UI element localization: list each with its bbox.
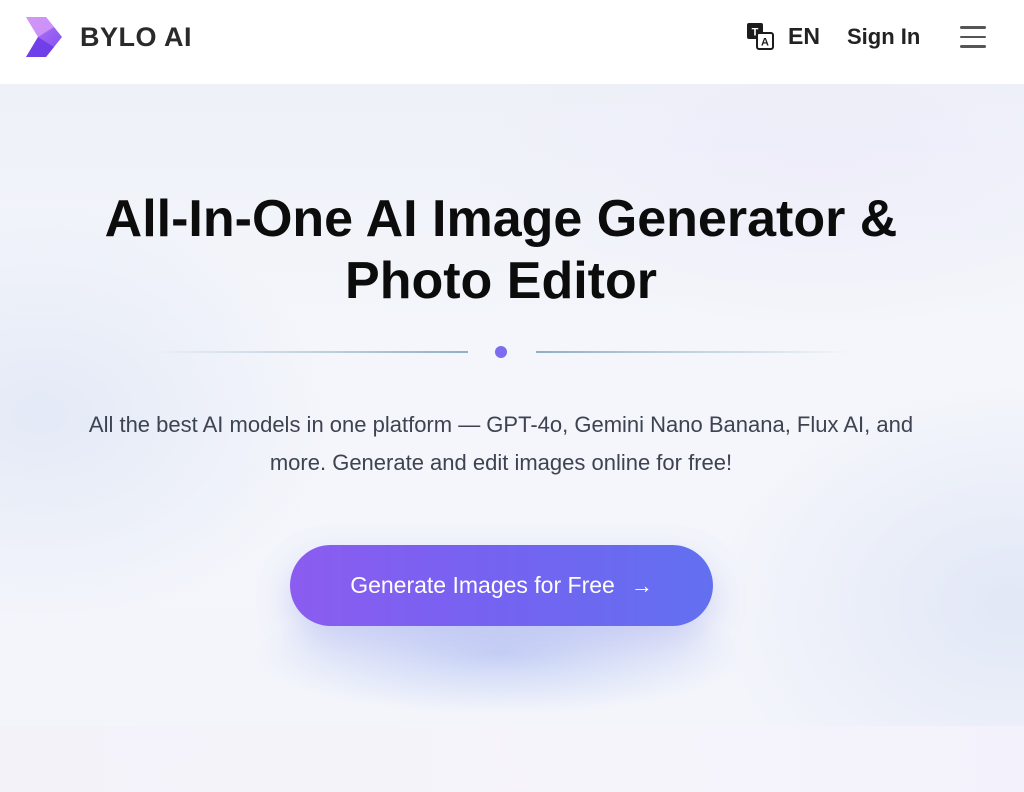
- hero-subtitle: All the best AI models in one platform —…: [20, 406, 982, 482]
- svg-text:A: A: [761, 37, 769, 49]
- translate-icon: T A: [747, 23, 774, 50]
- hamburger-menu-icon[interactable]: [960, 26, 986, 48]
- hero-subtitle-line1: All the best AI models in one platform —…: [88, 412, 914, 437]
- language-label: EN: [788, 22, 820, 49]
- hero-title-line1: All-In-One AI Image Generator &: [104, 190, 898, 248]
- brand-logo[interactable]: BYLO AI: [24, 13, 192, 61]
- arrow-right-icon: →: [630, 572, 653, 598]
- divider-line-left: [152, 351, 468, 353]
- bylo-logo-icon: [26, 17, 62, 57]
- generate-images-button[interactable]: Generate Images for Free →: [290, 545, 713, 626]
- language-selector[interactable]: T A EN: [746, 22, 820, 50]
- divider-line-right: [536, 351, 852, 353]
- divider-dot: [495, 346, 507, 358]
- hero-subtitle-line2: more. Generate and edit images online fo…: [269, 450, 733, 475]
- next-section-strip: [0, 726, 1024, 792]
- brand-name: BYLO AI: [80, 21, 193, 52]
- hero-title: All-In-One AI Image Generator & Photo Ed…: [0, 188, 1002, 312]
- hero-title-line2: Photo Editor: [345, 252, 657, 310]
- site-header: BYLO AI T A EN Sign In: [0, 0, 1024, 84]
- sign-in-link[interactable]: Sign In: [847, 24, 920, 50]
- cta-label: Generate Images for Free: [350, 572, 615, 598]
- hero-section: All-In-One AI Image Generator & Photo Ed…: [0, 84, 1024, 726]
